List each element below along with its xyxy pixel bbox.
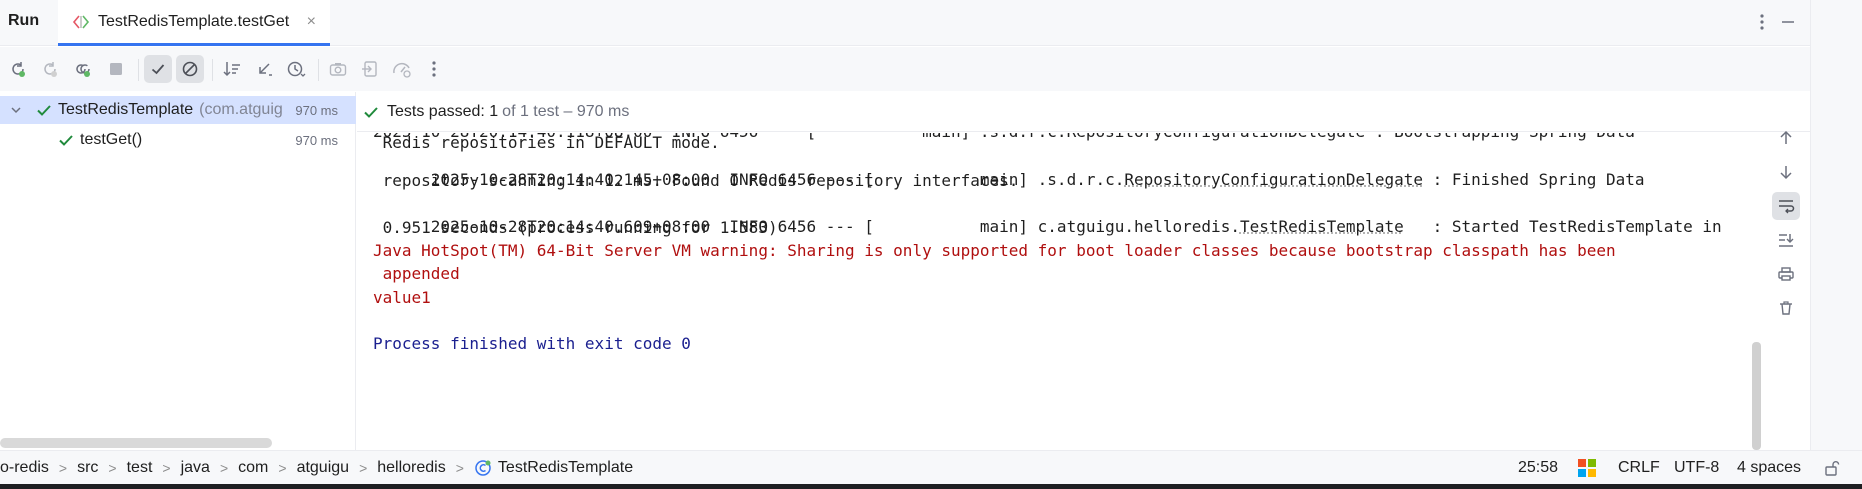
breadcrumb-label: TestRedisTemplate [497, 459, 634, 476]
run-tool-window: Run TestRedisTemplate.testGet × TestRedi… [0, 0, 1810, 484]
test-method-duration: 970 ms [295, 132, 338, 148]
screenshot-icon[interactable] [324, 55, 352, 83]
console-actions [1762, 130, 1810, 450]
breadcrumb-item[interactable]: src [77, 459, 98, 477]
tests-passed-label: Tests passed: 1 [387, 102, 499, 120]
console-text: : Finished Spring Data [1422, 170, 1645, 189]
test-run-icon [72, 14, 90, 29]
toggle-auto-test-icon[interactable] [68, 55, 96, 83]
collapse-icon[interactable] [250, 55, 278, 83]
tool-window-title: Run [8, 12, 40, 29]
chevron-right-icon: > [278, 460, 287, 476]
breadcrumb-item[interactable]: atguigu [297, 459, 350, 477]
stop-icon[interactable] [102, 55, 130, 83]
console-scrollbar-thumb[interactable] [1752, 342, 1761, 450]
test-class-name: TestRedisTemplate [58, 101, 194, 118]
breadcrumb-item[interactable]: test [127, 459, 153, 477]
test-method-name: testGet() [80, 131, 143, 148]
console-text: : Started TestRedisTemplate in [1403, 217, 1722, 236]
window-bottom-edge [0, 484, 1862, 489]
scroll-up-icon[interactable] [1772, 124, 1800, 152]
passed-check-icon [37, 105, 51, 116]
export-icon[interactable] [356, 55, 384, 83]
class-link[interactable]: TestRedisTemplate [1240, 217, 1404, 236]
sort-icon[interactable] [218, 55, 246, 83]
breadcrumb-item[interactable]: com [238, 459, 268, 477]
show-passed-icon[interactable] [144, 55, 172, 83]
breadcrumb-item[interactable]: o-redis [0, 459, 49, 477]
console-warning-line: Java HotSpot(TM) 64-Bit Server VM warnin… [373, 241, 1616, 260]
chevron-right-icon: > [108, 460, 117, 476]
clear-all-icon[interactable] [1772, 294, 1800, 322]
tree-item-test-method[interactable]: testGet() 970 ms [0, 126, 356, 154]
toolbar-separator [212, 59, 213, 81]
console-line: repository scanning in 12 ms. Found 0 Re… [373, 171, 1019, 190]
more-icon[interactable] [420, 55, 448, 83]
toolbar-separator [138, 59, 139, 81]
breadcrumb-item-class[interactable]: TestRedisTemplate [474, 459, 633, 477]
class-link[interactable]: RepositoryConfigurationDelegate [1124, 170, 1423, 189]
breadcrumb: o-redis > src > test > java > com > atgu… [0, 451, 633, 485]
tool-window-header: Run TestRedisTemplate.testGet × [0, 0, 1810, 46]
toolbar-separator [318, 59, 319, 81]
caret-position[interactable]: 25:58 [1518, 451, 1558, 485]
windows-logo-icon[interactable] [1578, 451, 1596, 485]
tree-item-test-class[interactable]: TestRedisTemplate (com.atguig 970 ms [0, 96, 356, 124]
line-separator[interactable]: CRLF [1618, 451, 1660, 485]
passed-check-icon [364, 106, 378, 118]
horizontal-scrollbar[interactable] [0, 438, 272, 448]
breadcrumb-item[interactable]: helloredis [377, 459, 445, 477]
breadcrumb-item[interactable]: java [181, 459, 210, 477]
ide-status-bar: o-redis > src > test > java > com > atgu… [0, 450, 1862, 484]
print-icon[interactable] [1772, 260, 1800, 288]
console-line: 0.951 seconds (process running for 1.583… [373, 218, 778, 237]
chevron-right-icon: > [58, 460, 68, 476]
history-icon[interactable] [282, 55, 310, 83]
scroll-down-icon[interactable] [1772, 158, 1800, 186]
rerun-icon[interactable] [4, 55, 32, 83]
console-warning-line: appended [373, 264, 460, 283]
lock-icon[interactable] [1824, 451, 1840, 485]
soft-wrap-icon[interactable] [1772, 192, 1800, 220]
tab-test-run[interactable]: TestRedisTemplate.testGet × [58, 0, 330, 46]
test-class-icon [475, 460, 491, 476]
process-exit-line: Process finished with exit code 0 [373, 334, 691, 353]
console-output[interactable]: 2025-10-28T20:14:40.118+08:00 INFO 6456 … [357, 133, 1762, 450]
passed-check-icon [59, 135, 73, 146]
file-encoding[interactable]: UTF-8 [1674, 451, 1719, 485]
chevron-right-icon: > [219, 460, 229, 476]
test-status-bar: Tests passed: 1 of 1 test – 970 ms [357, 92, 1810, 132]
right-tool-stripe [1810, 0, 1862, 484]
minimize-icon[interactable] [1776, 10, 1800, 34]
scroll-to-end-icon[interactable] [1772, 226, 1800, 254]
coverage-icon[interactable] [388, 55, 416, 83]
chevron-right-icon: > [359, 460, 368, 476]
show-ignored-icon[interactable] [176, 55, 204, 83]
chevron-right-icon: > [455, 460, 464, 476]
test-class-package: (com.atguig [199, 101, 283, 118]
run-toolbar [0, 47, 1810, 91]
chevron-down-icon[interactable] [10, 104, 22, 116]
chevron-right-icon: > [162, 460, 171, 476]
tab-label: TestRedisTemplate.testGet [98, 12, 290, 30]
tests-summary: of 1 test – 970 ms [502, 102, 630, 120]
rerun-failed-icon[interactable] [36, 55, 64, 83]
test-class-duration: 970 ms [291, 102, 338, 118]
test-tree: TestRedisTemplate (com.atguig 970 ms tes… [0, 92, 356, 450]
console-output-value: value1 [373, 288, 431, 307]
close-icon[interactable]: × [307, 13, 316, 31]
indent-setting[interactable]: 4 spaces [1737, 451, 1801, 485]
more-options-icon[interactable] [1750, 10, 1774, 34]
